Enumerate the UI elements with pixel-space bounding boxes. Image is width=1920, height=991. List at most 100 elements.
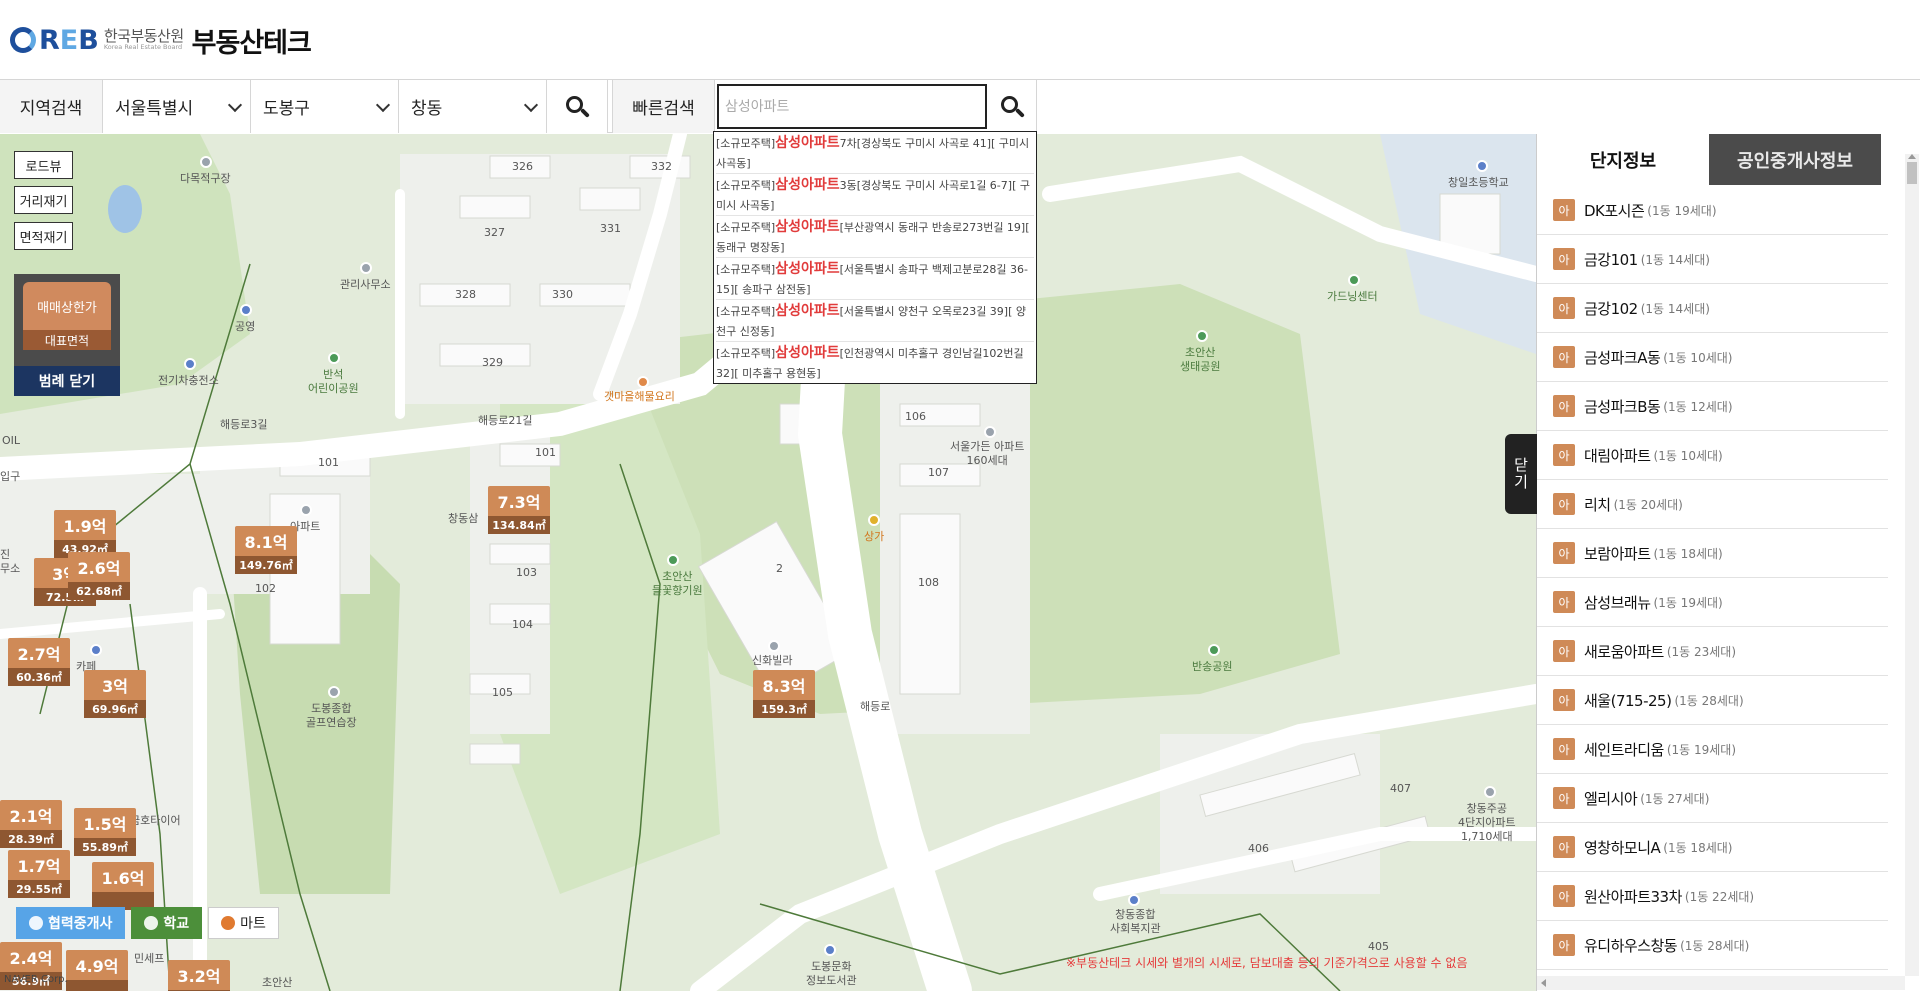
apartment-tag: 아	[1553, 934, 1575, 956]
complex-list-item[interactable]: 아 금성파크A동 (1동 10세대)	[1537, 333, 1888, 382]
region-search-button[interactable]	[547, 80, 608, 133]
school-layer-button[interactable]: 학교	[131, 907, 203, 939]
district-select[interactable]: 도봉구	[251, 80, 399, 133]
price-marker[interactable]: 8.3억 159.3㎡	[753, 670, 815, 718]
map-label-sports: 다목적구장	[180, 172, 231, 185]
price-marker[interactable]: 1.6억	[92, 862, 154, 910]
map-label-flower-garden: 초안산 들꽃향기원	[652, 570, 703, 597]
road-view-button[interactable]: 로드뷰	[14, 151, 73, 179]
complex-list: 아 DK포시즌 (1동 19세대) 아 금강101 (1동 14세대) 아 금강102 (1…	[1537, 186, 1888, 976]
complex-list-item[interactable]: 아 DK포시즌 (1동 19세대)	[1537, 186, 1888, 235]
complex-list-item[interactable]: 아 금성파크B동 (1동 12세대)	[1537, 382, 1888, 431]
marker-price: 2.4억	[0, 942, 62, 972]
marker-area: 62.68㎡	[68, 582, 130, 600]
complex-list-item[interactable]: 아 유디하우스창동 (1동 28세대)	[1537, 921, 1888, 970]
price-marker[interactable]: 2.7억 60.36㎡	[8, 638, 70, 686]
dong-select[interactable]: 창동	[399, 80, 547, 133]
complex-name: 리치	[1584, 495, 1611, 514]
area-button[interactable]: 면적재기	[14, 222, 73, 250]
shop-icon	[868, 514, 880, 526]
price-marker[interactable]: 1.7억 29.55㎡	[8, 850, 70, 898]
complex-list-item[interactable]: 아 삼성브래뉴 (1동 19세대)	[1537, 578, 1888, 627]
price-disclaimer: ※부동산테크 시세와 별개의 시세로, 담보대출 등의 기준가격으로 사용할 수…	[1066, 956, 1468, 970]
complex-list-item[interactable]: 아 새울(715-25) (1동 28세대)	[1537, 676, 1888, 725]
search-result-item[interactable]: [소규모주택]삼성아파트7차[경상북도 구미시 사곡로 41][ 구미시 사곡동…	[716, 132, 1034, 174]
park-icon	[667, 554, 679, 566]
building-number: 104	[512, 618, 533, 631]
complex-list-item[interactable]: 아 영창하모니A (1동 18세대)	[1537, 823, 1888, 872]
search-result-item[interactable]: [소규모주택]삼성아파트[부산광역시 동래구 반송로273번길 19][ 동래구…	[716, 216, 1034, 258]
price-marker[interactable]: 2.6억 62.68㎡	[68, 552, 130, 600]
legend-area-label: 대표면적	[23, 330, 111, 350]
panel-close-button[interactable]: 닫기	[1505, 434, 1537, 514]
complex-count: (1동 18세대)	[1653, 546, 1723, 561]
layer-buttons: 협력중개사 학교 마트	[16, 907, 279, 939]
search-result-item[interactable]: [소규모주택]삼성아파트[서울특별시 송파구 백제고분로28길 36-15][ …	[716, 258, 1034, 300]
building-number: 405	[1368, 940, 1389, 953]
marker-price: 8.1억	[235, 526, 297, 556]
legend-card: 매매상한가 대표면적	[23, 282, 111, 360]
complex-list-item[interactable]: 아 엘리시아 (1동 27세대)	[1537, 774, 1888, 823]
scroll-left-icon[interactable]	[1541, 979, 1546, 987]
marker-price: 1.9억	[54, 510, 116, 540]
quick-search-input[interactable]	[717, 84, 987, 129]
complex-list-item[interactable]: 아 세인트라디움 (1동 19세대)	[1537, 725, 1888, 774]
complex-list-item[interactable]: 아 새로움아파트 (1동 23세대)	[1537, 627, 1888, 676]
search-result-item[interactable]: [소규모주택]삼성아파트[서울특별시 양천구 오목로23길 39][ 양천구 신…	[716, 300, 1034, 342]
legend-close-button[interactable]: 범례 닫기	[14, 366, 120, 396]
tab-broker-info[interactable]: 공인중개사정보	[1709, 134, 1881, 185]
apartment-tag: 아	[1553, 689, 1575, 711]
logo-ring-icon	[10, 27, 36, 53]
city-select[interactable]: 서울특별시	[103, 80, 251, 133]
complex-list-item[interactable]: 아 대림아파트 (1동 10세대)	[1537, 431, 1888, 480]
complex-list-item[interactable]: 아 금강101 (1동 14세대)	[1537, 235, 1888, 284]
map-label-parking: 공영	[235, 320, 256, 333]
price-marker[interactable]: 7.3억 134.84㎡	[488, 486, 550, 534]
site-logo[interactable]: R E B 한국부동산원 Korea Real Estate Board 부동산…	[10, 22, 312, 59]
district-select-value: 도봉구	[263, 99, 310, 119]
scrollbar-thumb[interactable]	[1907, 162, 1917, 184]
complex-count: (1동 19세대)	[1653, 595, 1723, 610]
tab-complex-info[interactable]: 단지정보	[1537, 134, 1709, 185]
complex-list-item[interactable]: 아 금강102 (1동 14세대)	[1537, 284, 1888, 333]
sports-icon	[200, 156, 212, 168]
building-number: 101	[318, 456, 339, 469]
marker-area: 149.76㎡	[235, 556, 297, 574]
map-label-jin: 진	[0, 548, 11, 561]
search-result-item[interactable]: [소규모주택]삼성아파트3동[경상북도 구미시 사곡로1길 6-7][ 구미시 …	[716, 174, 1034, 216]
price-marker[interactable]: 3.2억	[168, 960, 230, 991]
complex-name: 새울(715-25)	[1584, 691, 1672, 710]
apartment-tag: 아	[1553, 346, 1575, 368]
park-icon	[328, 352, 340, 364]
complex-name: 유디하우스창동	[1584, 936, 1678, 955]
price-marker[interactable]: 1.5억 55.89㎡	[74, 808, 136, 856]
mart-layer-button[interactable]: 마트	[208, 907, 279, 939]
cart-icon	[221, 916, 236, 930]
complex-list-item[interactable]: 아 보람아파트 (1동 18세대)	[1537, 529, 1888, 578]
scroll-up-icon[interactable]	[1908, 154, 1916, 159]
distance-button[interactable]: 거리재기	[14, 186, 73, 214]
price-marker[interactable]: 8.1억 149.76㎡	[235, 526, 297, 574]
search-result-item[interactable]: [소규모주택]삼성아파트[인천광역시 미추홀구 경인남길102번길 32][ 미…	[716, 342, 1034, 384]
person-icon	[29, 916, 43, 930]
complex-list-hscrollbar[interactable]	[1537, 976, 1905, 990]
complex-count: (1동 23세대)	[1666, 644, 1737, 659]
building-number: 329	[482, 356, 503, 369]
header: R E B 한국부동산원 Korea Real Estate Board 부동산…	[0, 0, 1920, 80]
map-label-garden-apt: 서울가든 아파트 160세대	[950, 440, 1025, 467]
map-label-tire: 금호타이어	[130, 814, 181, 827]
marker-area: 134.84㎡	[488, 516, 550, 534]
price-marker[interactable]: 1.9억 43.92㎡	[54, 510, 116, 558]
park-icon	[1196, 330, 1208, 342]
complex-list-item[interactable]: 아 원산아파트33차 (1동 22세대)	[1537, 872, 1888, 921]
broker-layer-button[interactable]: 협력중개사	[16, 907, 126, 939]
map-label-golf: 도봉종합 골프연습장	[306, 702, 357, 729]
complex-list-scrollbar[interactable]	[1905, 154, 1919, 976]
price-marker[interactable]: 4.9억	[66, 950, 128, 991]
price-marker[interactable]: 3억 69.96㎡	[84, 670, 146, 718]
price-marker[interactable]: 2.1억 28.39㎡	[0, 800, 62, 848]
complex-count: (1동 19세대)	[1666, 742, 1737, 757]
complex-list-item[interactable]: 아 리치 (1동 20세대)	[1537, 480, 1888, 529]
quick-search-button[interactable]	[987, 80, 1037, 133]
marker-area: 55.89㎡	[74, 838, 136, 856]
